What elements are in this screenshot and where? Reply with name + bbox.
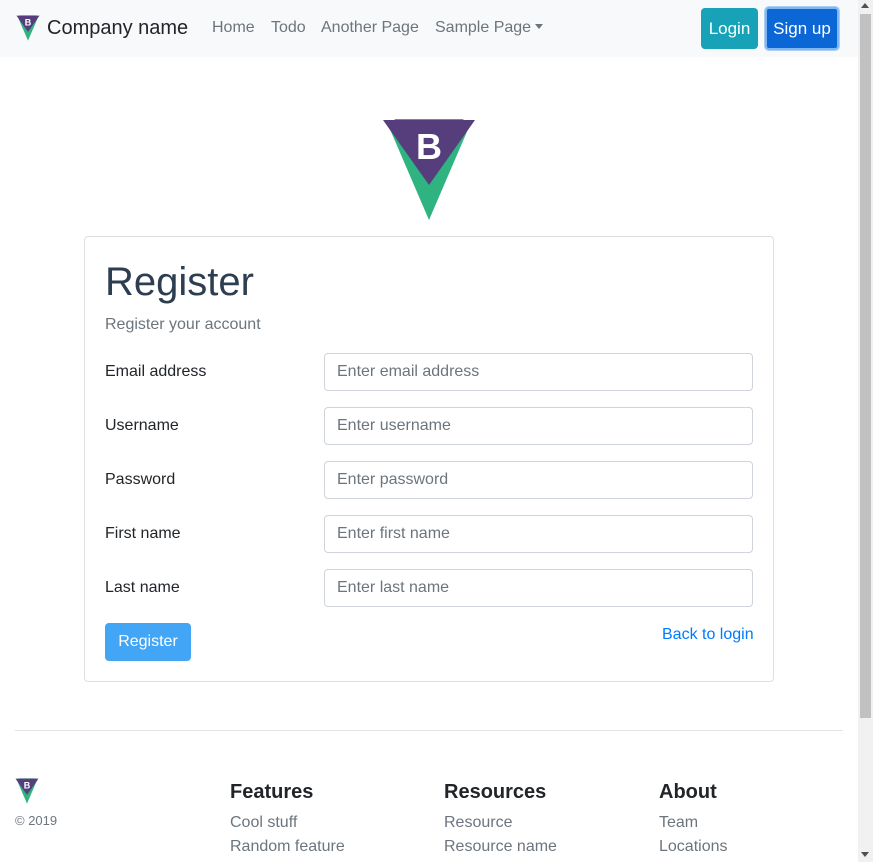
footer-link-cool-stuff[interactable]: Cool stuff — [230, 813, 297, 833]
bootstrap-vue-logo-icon: B — [15, 778, 39, 804]
footer-heading-about: About — [659, 781, 717, 803]
svg-text:B: B — [25, 17, 32, 27]
username-label: Username — [105, 417, 179, 434]
copyright: © 2019 — [15, 813, 58, 828]
caret-down-icon — [535, 24, 544, 29]
password-label: Password — [105, 471, 176, 488]
register-title: Register — [105, 260, 254, 304]
footer-link-locations[interactable]: Locations — [659, 837, 728, 857]
scroll-down-arrow-icon[interactable] — [861, 852, 869, 857]
brand[interactable]: B Company name — [16, 15, 188, 41]
svg-text:B: B — [416, 126, 442, 167]
nav-another-page[interactable]: Another Page — [321, 18, 419, 38]
footer-link-random-feature[interactable]: Random feature — [230, 837, 345, 857]
scrollbar-thumb[interactable] — [860, 14, 871, 718]
username-field[interactable] — [324, 407, 753, 445]
top-navbar: B Company name Home Todo Another Page Sa… — [0, 0, 858, 57]
footer-link-team[interactable]: Team — [659, 813, 698, 833]
scroll-up-arrow-icon[interactable] — [861, 3, 869, 8]
bootstrap-vue-logo-icon: B — [16, 15, 40, 41]
last-name-field[interactable] — [324, 569, 753, 607]
footer-heading-resources: Resources — [444, 781, 547, 803]
footer-link-resource[interactable]: Resource — [444, 813, 512, 833]
password-field[interactable] — [324, 461, 753, 499]
signup-button[interactable]: Sign up — [765, 7, 839, 50]
register-button[interactable]: Register — [105, 623, 191, 661]
nav-home[interactable]: Home — [212, 18, 255, 38]
nav-sample-page-dropdown[interactable]: Sample Page — [435, 18, 544, 38]
nav-sample-page-label: Sample Page — [435, 19, 532, 36]
register-subtitle: Register your account — [105, 316, 261, 333]
email-field[interactable] — [324, 353, 753, 391]
back-to-login-link[interactable]: Back to login — [662, 625, 754, 645]
footer-heading-features: Features — [230, 781, 314, 803]
brand-name: Company name — [47, 17, 189, 39]
first-name-field[interactable] — [324, 515, 753, 553]
bootstrap-vue-logo-icon: B — [383, 119, 475, 220]
last-name-label: Last name — [105, 579, 180, 596]
login-button[interactable]: Login — [701, 8, 758, 49]
first-name-label: First name — [105, 525, 181, 542]
email-label: Email address — [105, 363, 207, 380]
svg-text:B: B — [24, 780, 31, 790]
footer-link-resource-name[interactable]: Resource name — [444, 837, 557, 857]
nav-todo[interactable]: Todo — [271, 18, 306, 38]
footer-divider — [15, 730, 843, 731]
